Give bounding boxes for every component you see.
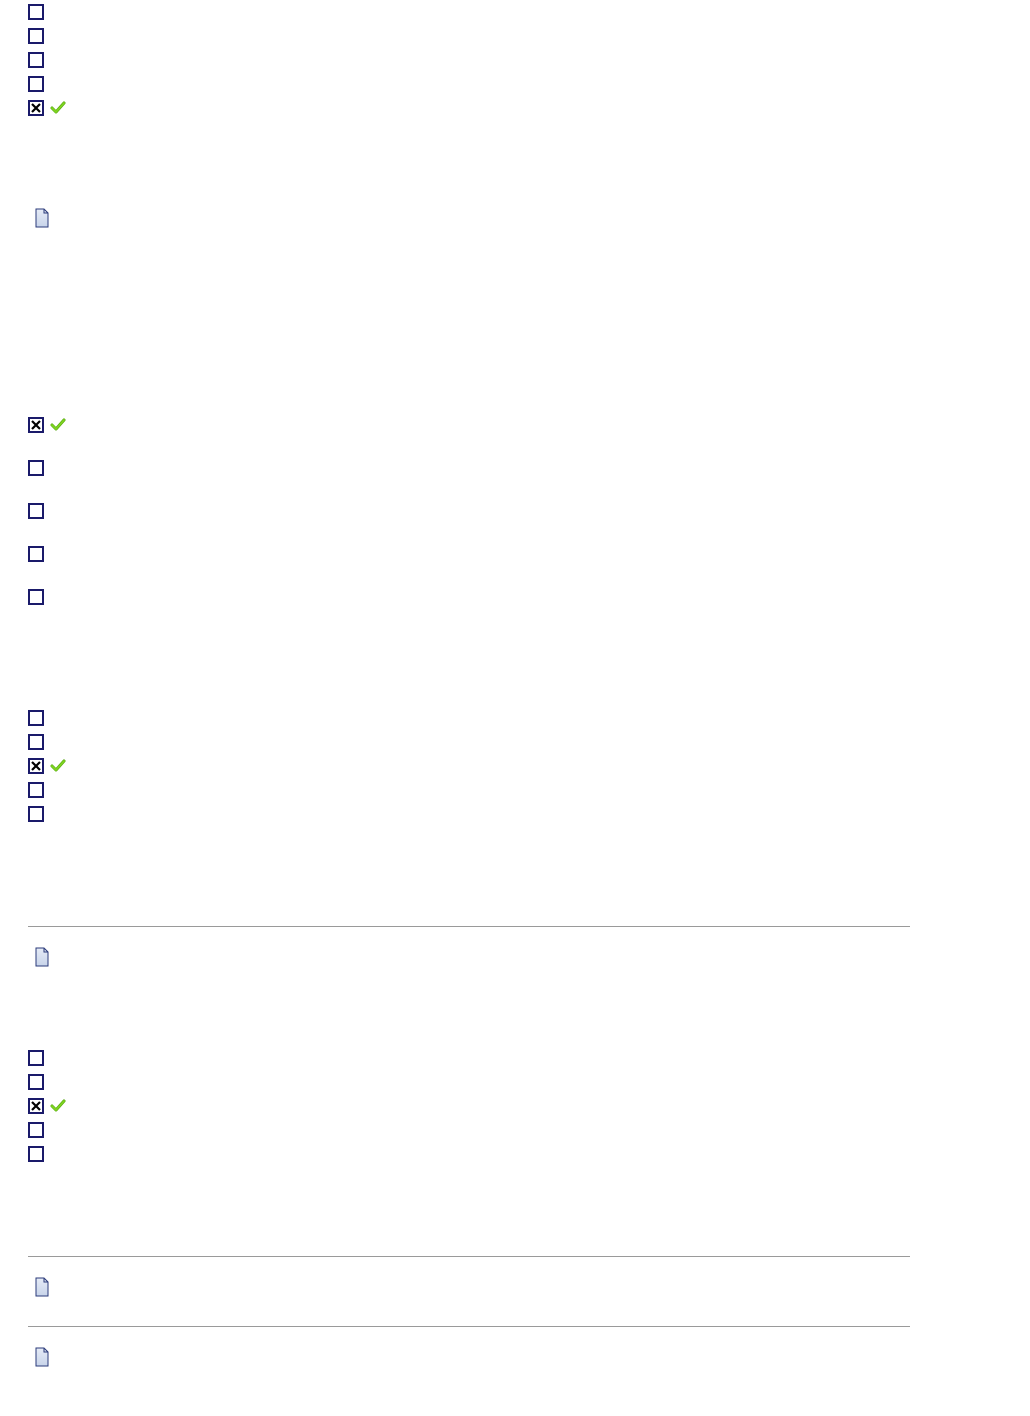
- answer-row: [28, 1118, 1002, 1142]
- answer-row: [28, 1046, 1002, 1070]
- answer-row: [28, 24, 1002, 48]
- checkbox-empty-icon[interactable]: [28, 1122, 44, 1138]
- correct-checkmark-icon: [50, 1098, 66, 1114]
- correct-checkmark-icon: [50, 100, 66, 116]
- checkbox-empty-icon[interactable]: [28, 52, 44, 68]
- answer-row: [28, 456, 1002, 480]
- checkbox-empty-icon[interactable]: [28, 806, 44, 822]
- checkbox-empty-icon[interactable]: [28, 734, 44, 750]
- answer-list: [28, 0, 1002, 120]
- question-block: [28, 1302, 1002, 1372]
- answer-row: [28, 542, 1002, 566]
- checkbox-empty-icon[interactable]: [28, 1074, 44, 1090]
- answer-row: [28, 706, 1002, 730]
- checkbox-empty-icon[interactable]: [28, 710, 44, 726]
- question-block: [28, 0, 1002, 120]
- page-icon: [34, 1347, 50, 1367]
- checkbox-checked-icon[interactable]: [28, 758, 44, 774]
- checkbox-checked-icon[interactable]: [28, 1098, 44, 1114]
- checkbox-checked-icon[interactable]: [28, 100, 44, 116]
- answer-row: [28, 1094, 1002, 1118]
- checkbox-checked-icon[interactable]: [28, 417, 44, 433]
- answer-row: [28, 1142, 1002, 1166]
- answer-row: [28, 72, 1002, 96]
- answer-row: [28, 730, 1002, 754]
- correct-checkmark-icon: [50, 417, 66, 433]
- answer-row: [28, 499, 1002, 523]
- page-icon: [34, 947, 50, 967]
- checkbox-empty-icon[interactable]: [28, 589, 44, 605]
- answer-list: [28, 413, 1002, 609]
- answer-row: [28, 778, 1002, 802]
- answer-row: [28, 413, 1002, 437]
- question-block: [28, 120, 1002, 609]
- checkbox-empty-icon[interactable]: [28, 460, 44, 476]
- answer-row: [28, 585, 1002, 609]
- page-icon: [34, 1277, 50, 1297]
- checkbox-empty-icon[interactable]: [28, 1050, 44, 1066]
- checkbox-empty-icon[interactable]: [28, 1146, 44, 1162]
- page-icon: [34, 208, 50, 228]
- answer-list: [28, 706, 1002, 826]
- checkbox-empty-icon[interactable]: [28, 546, 44, 562]
- checkbox-empty-icon[interactable]: [28, 76, 44, 92]
- checkbox-empty-icon[interactable]: [28, 503, 44, 519]
- checkbox-empty-icon[interactable]: [28, 28, 44, 44]
- answer-row: [28, 48, 1002, 72]
- answer-row: [28, 754, 1002, 778]
- question-block: [28, 609, 1002, 972]
- question-block: [28, 972, 1002, 1302]
- answer-row: [28, 802, 1002, 826]
- answer-row: [28, 96, 1002, 120]
- checkbox-empty-icon[interactable]: [28, 782, 44, 798]
- checkbox-empty-icon[interactable]: [28, 4, 44, 20]
- answer-row: [28, 0, 1002, 24]
- answer-row: [28, 1070, 1002, 1094]
- correct-checkmark-icon: [50, 758, 66, 774]
- answer-list: [28, 1046, 1002, 1166]
